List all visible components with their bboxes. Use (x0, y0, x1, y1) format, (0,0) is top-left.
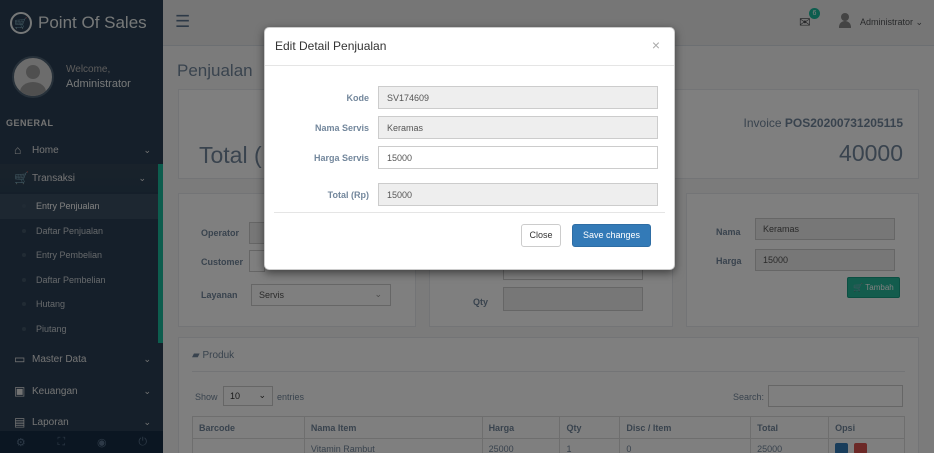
close-button[interactable]: Close (521, 224, 561, 247)
nama-servis-field[interactable]: Keramas (378, 116, 658, 139)
total-rp-label: Total (Rp) (327, 190, 369, 200)
edit-detail-modal: Edit Detail Penjualan × Kode SV174609 Na… (264, 27, 675, 270)
modal-footer-divider (274, 212, 665, 213)
modal-title: Edit Detail Penjualan (275, 39, 387, 53)
modal-header-divider (265, 65, 674, 66)
save-changes-button[interactable]: Save changes (572, 224, 651, 247)
total-rp-field[interactable]: 15000 (378, 183, 658, 206)
harga-servis-input[interactable]: 15000 (378, 146, 658, 169)
nama-servis-label: Nama Servis (314, 123, 369, 133)
kode-field[interactable]: SV174609 (378, 86, 658, 109)
kode-label: Kode (346, 93, 370, 103)
close-icon[interactable]: × (652, 37, 660, 53)
harga-servis-label: Harga Servis (313, 153, 369, 163)
